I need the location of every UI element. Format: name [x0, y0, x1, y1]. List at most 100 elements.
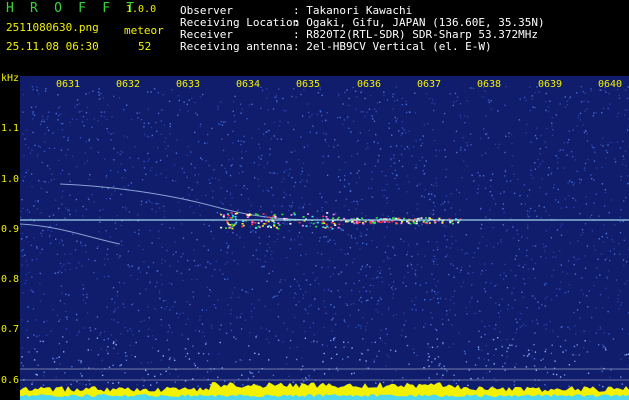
noise-dot [446, 310, 448, 312]
noise-dot [65, 310, 67, 312]
noise-dot [342, 123, 344, 126]
noise-dot [301, 167, 303, 169]
noise-dot [240, 328, 243, 330]
noise-dot [401, 121, 403, 123]
noise-dot [338, 169, 341, 171]
noise-dot [160, 373, 162, 375]
noise-dot [143, 126, 145, 128]
noise-dot [585, 196, 587, 198]
noise-dot [235, 338, 237, 340]
noise-dot [432, 249, 435, 252]
noise-dot [116, 245, 118, 247]
noise-dot [76, 380, 78, 383]
noise-dot [239, 103, 242, 105]
noise-dot [589, 216, 591, 219]
noise-dot [59, 262, 62, 265]
noise-dot [435, 177, 438, 179]
noise-dot [506, 287, 509, 289]
noise-dot [442, 203, 444, 205]
noise-dot [502, 224, 504, 226]
noise-dot [426, 291, 428, 293]
noise-dot [149, 169, 152, 172]
noise-dot [387, 309, 390, 311]
echo-dot [312, 222, 315, 225]
noise-dot [503, 211, 505, 214]
noise-dot [248, 210, 250, 212]
noise-dot [258, 143, 260, 145]
noise-dot [360, 235, 363, 237]
noise-dot [416, 354, 418, 357]
noise-dot [453, 374, 455, 376]
noise-dot [511, 293, 513, 295]
x-tick-label: 0631 [56, 79, 81, 90]
noise-dot [516, 321, 518, 324]
noise-dot [219, 269, 221, 271]
noise-dot [21, 319, 23, 321]
noise-dot [163, 210, 166, 212]
noise-dot [361, 198, 363, 201]
noise-dot [21, 264, 23, 266]
noise-dot [230, 322, 232, 325]
noise-dot [378, 266, 381, 268]
noise-dot [491, 194, 493, 197]
noise-dot [401, 104, 403, 106]
echo-dot [246, 214, 249, 216]
noise-dot [298, 207, 300, 209]
noise-dot [456, 267, 458, 270]
noise-dot [328, 260, 331, 262]
noise-dot [513, 384, 516, 386]
noise-dot [319, 192, 321, 195]
noise-dot [339, 296, 341, 298]
noise-dot [386, 256, 389, 258]
noise-dot [79, 382, 81, 385]
noise-dot [103, 257, 106, 260]
noise-dot [428, 353, 430, 356]
noise-dot [245, 291, 247, 293]
noise-dot [428, 365, 430, 367]
noise-dot [386, 226, 388, 228]
noise-dot [22, 365, 24, 367]
noise-dot [362, 286, 365, 289]
noise-dot [208, 353, 210, 355]
noise-dot [63, 351, 65, 353]
noise-dot [57, 119, 59, 121]
noise-dot [290, 206, 292, 209]
noise-dot [492, 197, 495, 200]
noise-dot [402, 282, 404, 284]
noise-dot [368, 129, 370, 131]
noise-dot [325, 133, 327, 135]
noise-dot [470, 87, 472, 89]
noise-dot [596, 167, 598, 169]
noise-dot [467, 116, 469, 118]
noise-dot [268, 235, 270, 238]
noise-dot [394, 169, 396, 172]
noise-dot [105, 174, 108, 177]
noise-dot [175, 180, 177, 182]
noise-dot [559, 103, 561, 105]
noise-dot [625, 197, 627, 199]
noise-dot [291, 330, 294, 333]
noise-dot [162, 355, 164, 357]
noise-dot [607, 144, 609, 146]
noise-dot [502, 278, 505, 280]
noise-dot [304, 291, 307, 293]
noise-dot [542, 358, 544, 360]
noise-dot [601, 112, 603, 114]
noise-dot [431, 289, 433, 291]
noise-dot [120, 240, 123, 242]
noise-dot [132, 166, 134, 168]
noise-dot [443, 201, 446, 203]
noise-dot [218, 328, 221, 331]
noise-dot [66, 316, 69, 318]
noise-dot [31, 185, 33, 188]
noise-dot [442, 343, 444, 346]
noise-dot [240, 151, 243, 153]
noise-dot [43, 141, 46, 143]
noise-dot [471, 296, 473, 298]
noise-dot [373, 224, 375, 226]
noise-dot [296, 346, 298, 348]
noise-dot [517, 233, 519, 235]
noise-dot [62, 190, 64, 192]
noise-dot [435, 328, 437, 330]
noise-dot [338, 94, 340, 97]
